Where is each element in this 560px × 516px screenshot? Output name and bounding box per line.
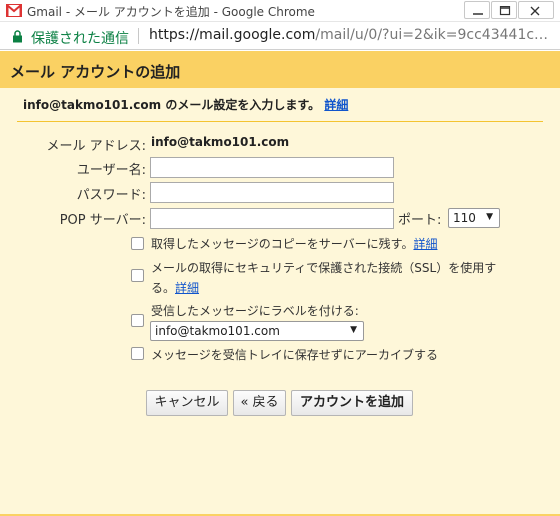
url-host: https://mail.google.com (149, 27, 316, 43)
chevron-down-icon: ▼ (486, 212, 493, 222)
intro-prefix: info@takmo101.com のメール設定を入力します。 (23, 98, 321, 112)
lock-icon (13, 30, 22, 43)
maximize-button[interactable] (491, 1, 517, 19)
window-titlebar: Gmail - メール アカウントを追加 - Google Chrome (0, 0, 560, 22)
dialog-page: メール アカウントの追加 info@takmo101.com のメール設定を入力… (0, 51, 560, 516)
minimize-icon (473, 13, 483, 15)
dialog-header: メール アカウントの追加 (0, 51, 560, 88)
url-path: /mail/u/0/?ui=2&ik=9cc43441c… (315, 27, 549, 43)
back-button[interactable]: « 戻る (233, 390, 286, 416)
leave-copy-option: 取得したメッセージのコピーをサーバーに残す。詳細 (151, 235, 437, 252)
secure-label: 保護された通信 (31, 31, 129, 47)
url-text[interactable]: https://mail.google.com/mail/u/0/?ui=2&i… (149, 27, 554, 43)
ssl-label-line1: メールの取得にセキュリティで保護された接続（SSL）を使用す (151, 261, 497, 275)
leave-copy-details-link[interactable]: 詳細 (413, 237, 437, 251)
close-icon (530, 6, 540, 16)
username-label: ユーザー名: (76, 163, 146, 178)
window-title: Gmail - メール アカウントを追加 - Google Chrome (27, 5, 315, 19)
address-bar[interactable]: 保護された通信 https://mail.google.com/mail/u/0… (0, 22, 560, 50)
close-button[interactable] (518, 1, 554, 19)
port-value: 110 (453, 211, 476, 225)
port-select[interactable]: 110 ▼ (448, 208, 500, 228)
minimize-button[interactable] (464, 1, 490, 19)
chevron-down-icon: ▼ (350, 325, 357, 335)
archive-label: メッセージを受信トレイに保存せずにアーカイブする (151, 348, 439, 362)
maximize-icon (499, 6, 511, 16)
add-account-button[interactable]: アカウントを追加 (291, 390, 413, 416)
label-incoming-checkbox[interactable] (131, 314, 144, 327)
label-select[interactable]: info@takmo101.com ▼ (150, 321, 364, 341)
ssl-label-line2: る。 (151, 281, 176, 295)
gmail-logo-icon (6, 4, 22, 17)
label-incoming-label: 受信したメッセージにラベルを付ける: (151, 304, 359, 318)
ssl-checkbox[interactable] (131, 269, 144, 282)
dialog-title: メール アカウントの追加 (10, 63, 181, 81)
ssl-option-line2: る。詳細 (151, 279, 199, 296)
address-separator (138, 28, 139, 44)
pop-server-input[interactable] (150, 208, 394, 229)
archive-checkbox[interactable] (131, 347, 144, 360)
header-divider (17, 121, 543, 122)
pop-server-label: POP サーバー: (59, 213, 146, 228)
password-label: パスワード: (76, 188, 146, 203)
email-value: info@takmo101.com (151, 135, 290, 149)
email-label: メール アドレス: (46, 139, 146, 154)
leave-copy-label: 取得したメッセージのコピーをサーバーに残す。 (151, 237, 414, 251)
port-label: ポート: (398, 213, 442, 228)
intro-details-link[interactable]: 詳細 (324, 98, 348, 112)
cancel-button[interactable]: キャンセル (146, 390, 228, 416)
username-input[interactable] (150, 157, 394, 178)
intro-text: info@takmo101.com のメール設定を入力します。 詳細 (23, 96, 348, 113)
password-input[interactable] (150, 182, 394, 203)
label-select-value: info@takmo101.com (155, 324, 280, 338)
leave-copy-checkbox[interactable] (131, 237, 144, 250)
ssl-details-link[interactable]: 詳細 (175, 281, 199, 295)
